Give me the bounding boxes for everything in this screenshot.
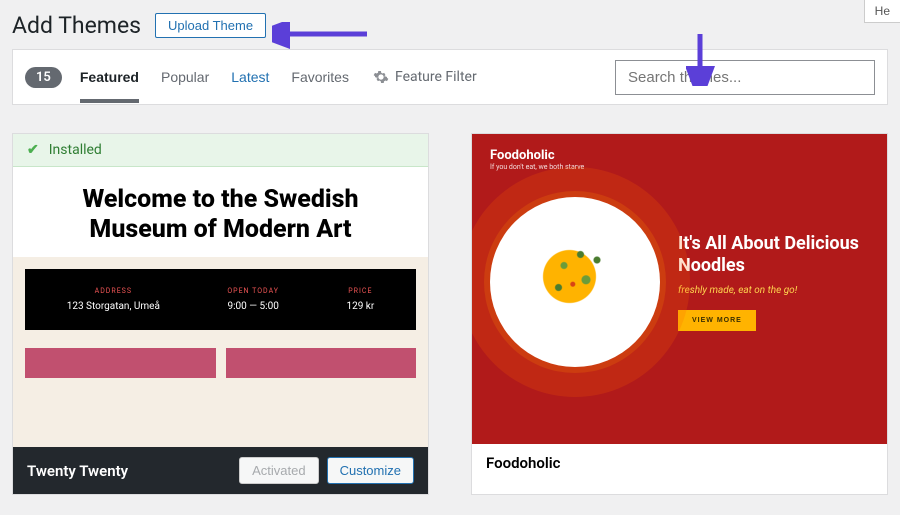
search-input[interactable]: [615, 60, 875, 95]
theme-count-badge: 15: [25, 67, 62, 88]
preview-tagline: If you don't eat, we both starve: [490, 163, 869, 171]
filter-bar: 15 Featured Popular Latest Favorites Fea…: [12, 49, 888, 105]
installed-badge: ✔ Installed: [13, 134, 428, 167]
check-icon: ✔: [27, 142, 39, 158]
help-button[interactable]: He: [864, 0, 900, 23]
theme-footer: Foodoholic: [472, 444, 887, 482]
installed-label: Installed: [49, 142, 102, 158]
preview-subtext: freshly made, eat on the go!: [678, 285, 869, 296]
feature-filter-label: Feature Filter: [395, 69, 477, 85]
tab-popular[interactable]: Popular: [161, 51, 209, 103]
food-bowl-graphic: [490, 197, 660, 367]
feature-filter-button[interactable]: Feature Filter: [373, 69, 477, 85]
theme-card-foodoholic[interactable]: Foodoholic If you don't eat, we both sta…: [471, 133, 888, 495]
activated-button[interactable]: Activated: [239, 457, 318, 484]
gear-icon: [373, 69, 389, 85]
tab-latest[interactable]: Latest: [231, 51, 269, 103]
preview-hero: Welcome to the Swedish Museum of Modern …: [13, 167, 428, 257]
upload-theme-button[interactable]: Upload Theme: [155, 13, 266, 38]
theme-name: Foodoholic: [486, 454, 873, 472]
theme-name: Twenty Twenty: [27, 462, 239, 480]
tab-featured[interactable]: Featured: [80, 51, 139, 103]
preview-logo: Foodoholic: [490, 148, 869, 163]
filter-tabs: Featured Popular Latest Favorites: [80, 51, 349, 103]
theme-card-twenty-twenty[interactable]: ✔ Installed Welcome to the Swedish Museu…: [12, 133, 429, 495]
theme-preview: Welcome to the Swedish Museum of Modern …: [13, 167, 428, 447]
theme-footer: Twenty Twenty Activated Customize: [13, 447, 428, 494]
customize-button[interactable]: Customize: [327, 457, 414, 484]
preview-cta-button: VIEW MORE: [678, 310, 756, 331]
theme-preview: Foodoholic If you don't eat, we both sta…: [472, 134, 887, 444]
preview-headline: It's All About Delicious Noodles: [678, 233, 869, 276]
tab-favorites[interactable]: Favorites: [291, 51, 349, 103]
page-title: Add Themes: [12, 12, 141, 39]
